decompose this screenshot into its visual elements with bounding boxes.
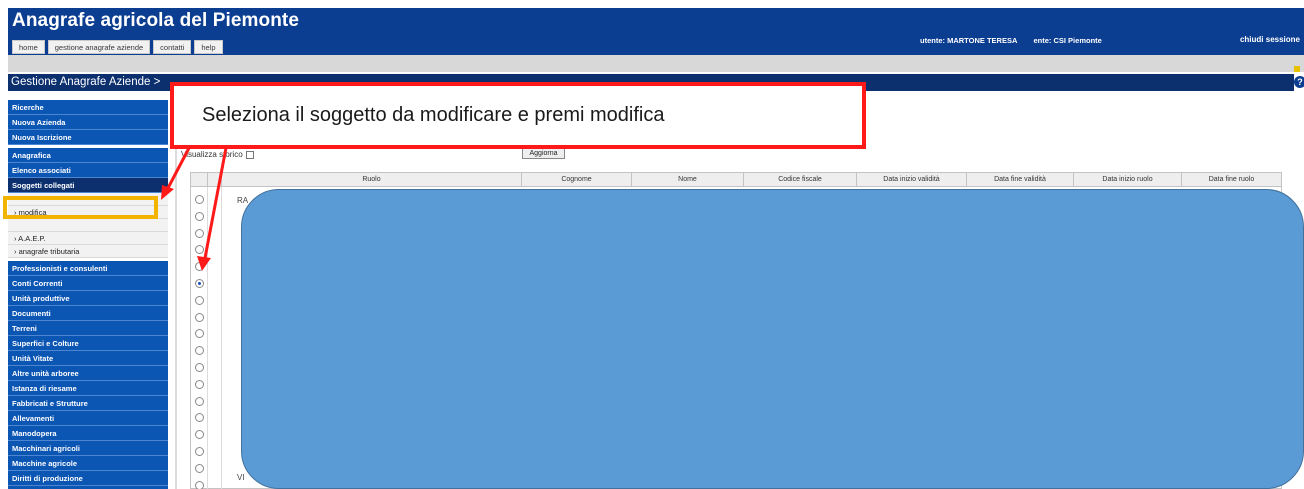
- arrow-head-radio: [197, 256, 211, 271]
- arrow-to-radio: [203, 147, 228, 259]
- arrow-to-modifica: [165, 147, 191, 191]
- annotation-arrows: [161, 147, 228, 271]
- arrow-head-modifica: [161, 185, 174, 200]
- app-window: Anagrafe agricola del Piemonte home gest…: [0, 0, 1304, 489]
